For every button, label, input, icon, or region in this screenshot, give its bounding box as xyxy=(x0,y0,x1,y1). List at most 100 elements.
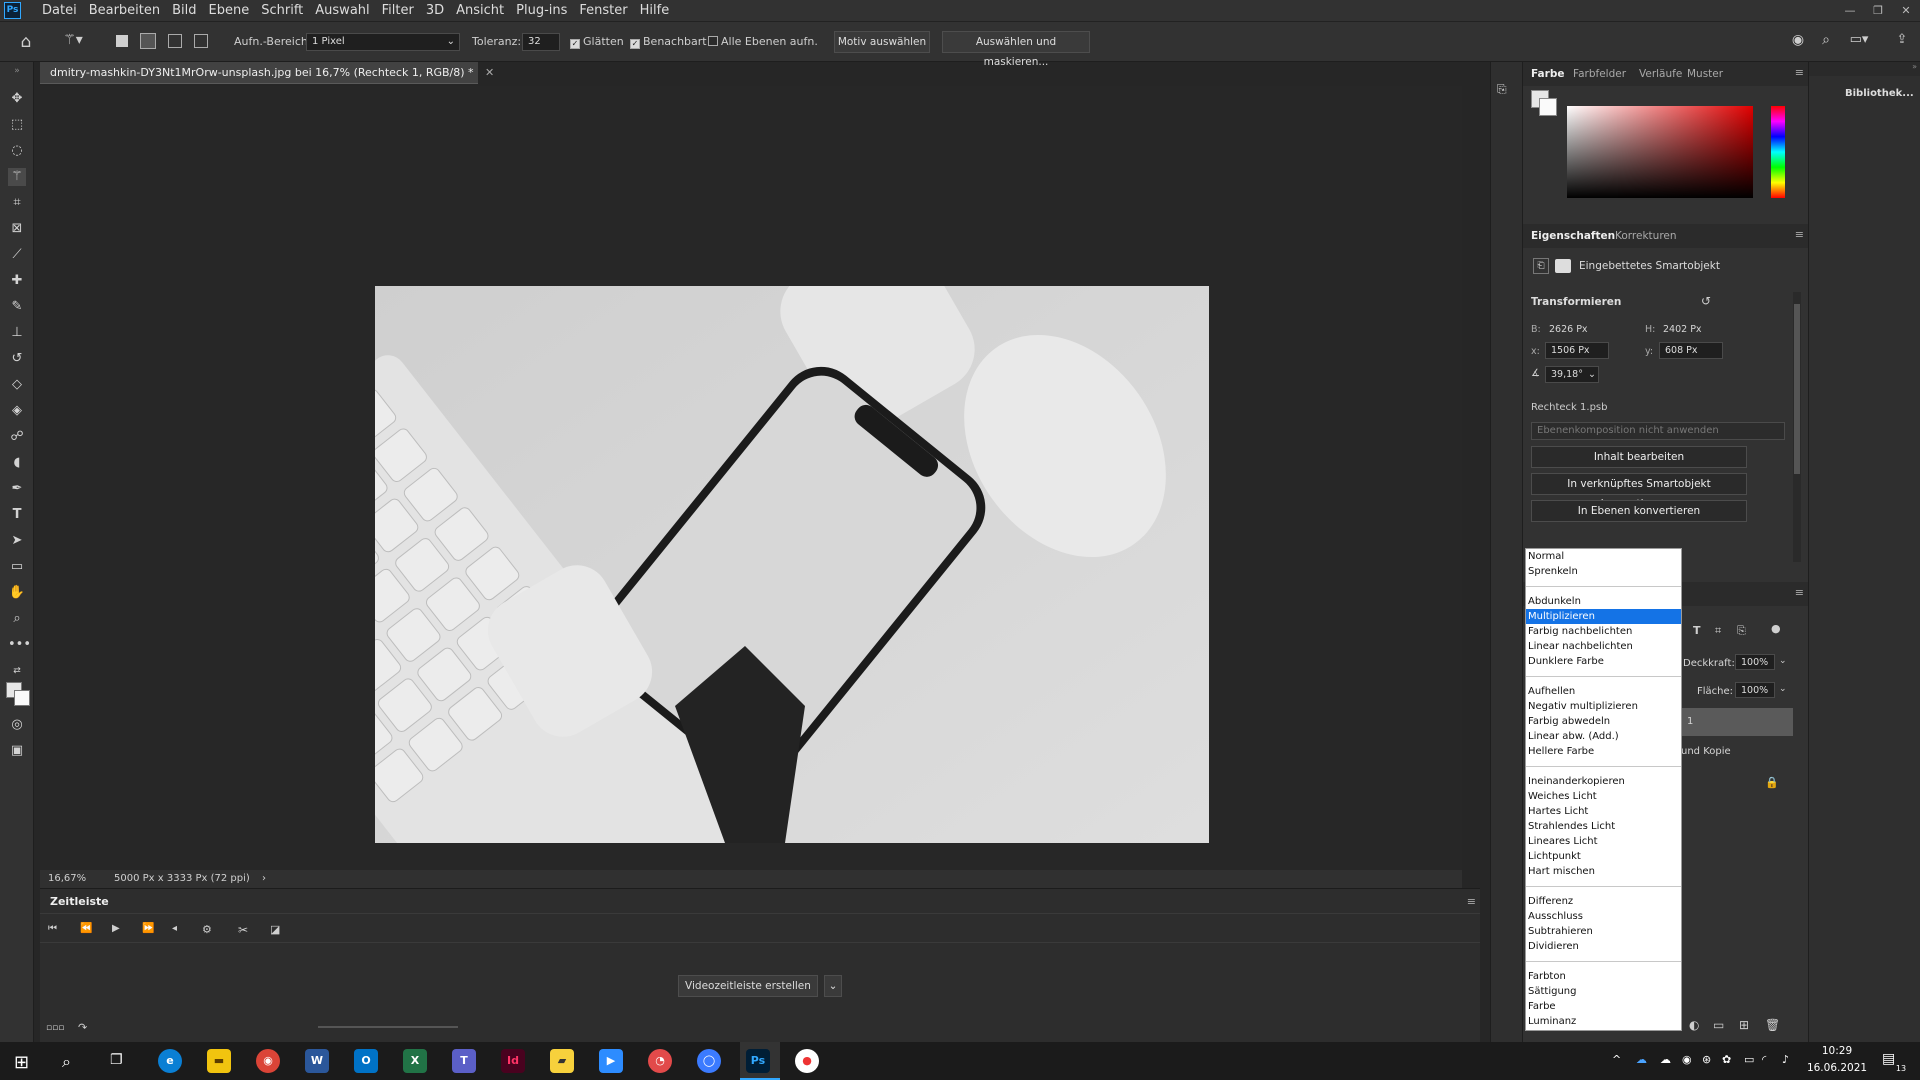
blend-mode-option[interactable]: Dividieren xyxy=(1526,939,1681,954)
smudge-tool-icon[interactable]: ☍ xyxy=(8,428,26,446)
frame-tool-icon[interactable]: ⊠ xyxy=(8,220,26,238)
opacity-input[interactable]: 100% xyxy=(1735,654,1775,670)
lasso-tool-icon[interactable]: ◌ xyxy=(8,142,26,160)
fill-input[interactable]: 100% xyxy=(1735,682,1775,698)
intersect-selection-icon[interactable] xyxy=(194,34,208,48)
clock-date[interactable]: 16.06.2021 xyxy=(1802,1062,1872,1074)
height-value[interactable]: 2402 Px xyxy=(1663,324,1702,335)
blend-mode-option[interactable]: Weiches Licht xyxy=(1526,789,1681,804)
audio-icon[interactable]: ◂ xyxy=(172,923,177,934)
layer-comp-select[interactable]: Ebenenkomposition nicht anwenden xyxy=(1531,422,1785,440)
blend-mode-option[interactable]: Hart mischen xyxy=(1526,864,1681,879)
tab-farbfelder[interactable]: Farbfelder xyxy=(1573,68,1626,80)
dodge-tool-icon[interactable]: ◖ xyxy=(8,454,26,472)
blend-mode-option[interactable]: Aufhellen xyxy=(1526,684,1681,699)
eraser-tool-icon[interactable]: ◇ xyxy=(8,376,26,394)
filter-smart-icon[interactable]: ⎘ xyxy=(1737,624,1746,638)
blend-mode-option[interactable]: Farbig abwedeln xyxy=(1526,714,1681,729)
word-icon[interactable]: W xyxy=(305,1049,329,1073)
play-icon[interactable]: ▶ xyxy=(112,923,120,934)
rectangle-tool-icon[interactable]: ▭ xyxy=(8,558,26,576)
magic-wand-preset-icon[interactable]: ⚚▾ xyxy=(60,32,86,52)
tab-farbe[interactable]: Farbe xyxy=(1531,68,1564,80)
cloud-icon[interactable]: ☁ xyxy=(1660,1053,1671,1066)
crop-tool-icon[interactable]: ⌗ xyxy=(8,194,26,212)
blend-mode-option[interactable]: Ausschluss xyxy=(1526,909,1681,924)
close-tab-icon[interactable]: ✕ xyxy=(485,66,494,79)
width-value[interactable]: 2626 Px xyxy=(1549,324,1588,335)
tolerance-input[interactable]: 32 xyxy=(522,33,560,51)
color-field[interactable] xyxy=(1567,106,1753,198)
home-icon[interactable]: ⌂ xyxy=(16,32,36,52)
indesign-icon[interactable]: Id xyxy=(501,1049,525,1073)
panel-menu-icon[interactable]: ≡ xyxy=(1467,895,1476,908)
previous-frame-icon[interactable]: ⏪ xyxy=(80,923,92,934)
blend-mode-option[interactable]: Strahlendes Licht xyxy=(1526,819,1681,834)
timeline-type-dropdown[interactable]: ⌄ xyxy=(824,975,842,997)
wifi-icon[interactable]: ◜ xyxy=(1762,1053,1766,1066)
properties-scrollbar[interactable] xyxy=(1793,292,1801,562)
x-position-input[interactable]: 1506 Px xyxy=(1545,342,1609,359)
blend-mode-dropdown[interactable]: Normal Sprenkeln Abdunkeln Multiplizieren Fa… xyxy=(1525,548,1682,1031)
hand-tool-icon[interactable]: ✋ xyxy=(8,584,26,602)
background-color-swatch[interactable] xyxy=(1539,98,1557,116)
filter-toggle-icon[interactable]: ● xyxy=(1771,622,1781,635)
chrome-icon[interactable]: ◉ xyxy=(256,1049,280,1073)
document-tab[interactable]: dmitry-mashkin-DY3Nt1MrOrw-unsplash.jpg … xyxy=(40,62,494,84)
blend-mode-option[interactable]: Hartes Licht xyxy=(1526,804,1681,819)
first-frame-icon[interactable]: ⏮ xyxy=(48,923,57,934)
blend-mode-option[interactable]: Farbig nachbelichten xyxy=(1526,624,1681,639)
battery-icon[interactable]: ▭ xyxy=(1744,1053,1754,1066)
menu-datei[interactable]: Datei xyxy=(36,0,83,22)
menu-ebene[interactable]: Ebene xyxy=(203,0,256,22)
volume-icon[interactable]: ♪ xyxy=(1782,1053,1789,1066)
all-layers-checkbox[interactable]: Alle Ebenen aufn. xyxy=(708,35,818,48)
menu-plug-ins[interactable]: Plug-ins xyxy=(510,0,573,22)
sticky-notes-icon[interactable]: ▰ xyxy=(550,1049,574,1073)
blend-mode-option[interactable]: Dunklere Farbe xyxy=(1526,654,1681,669)
filter-type-icon[interactable]: T xyxy=(1693,624,1701,637)
healing-brush-icon[interactable]: ✚ xyxy=(8,272,26,290)
brush-tool-icon[interactable]: ✎ xyxy=(8,298,26,316)
mask-icon[interactable] xyxy=(1555,259,1571,273)
settings-icon[interactable]: ⚙ xyxy=(202,923,212,936)
learn-icon[interactable]: ◉ xyxy=(1788,32,1808,48)
zoom-tool-icon[interactable]: ⌕ xyxy=(8,610,26,628)
canvas-area[interactable] xyxy=(40,86,1462,870)
tab-korrekturen[interactable]: Korrekturen xyxy=(1615,230,1677,242)
marquee-tool-icon[interactable]: ⬚ xyxy=(8,116,26,134)
blend-mode-option[interactable]: Linear nachbelichten xyxy=(1526,639,1681,654)
zoom-slider[interactable] xyxy=(318,1026,458,1028)
menu-fenster[interactable]: Fenster xyxy=(573,0,633,22)
chat-icon[interactable]: ◯ xyxy=(697,1049,721,1073)
more-tools-icon[interactable]: ••• xyxy=(8,636,31,654)
close-icon[interactable]: ✕ xyxy=(1892,0,1920,22)
blend-mode-option[interactable]: Hellere Farbe xyxy=(1526,744,1681,759)
tray-app-icon[interactable]: ◉ xyxy=(1682,1053,1692,1066)
collapse-icon[interactable]: » xyxy=(8,62,26,80)
contiguous-checkbox[interactable]: ✓ Benachbart xyxy=(630,35,707,49)
layer-row-selected[interactable]: 1 xyxy=(1673,708,1793,736)
filter-shape-icon[interactable]: ⌗ xyxy=(1715,624,1721,638)
angle-input[interactable]: 39,18° ⌄ xyxy=(1545,366,1599,383)
teams-icon[interactable]: T xyxy=(452,1049,476,1073)
tray-chevron-icon[interactable]: ^ xyxy=(1612,1053,1621,1066)
edge-icon[interactable]: e xyxy=(158,1049,182,1073)
paint-bucket-icon[interactable]: ◈ xyxy=(8,402,26,420)
workspace-icon[interactable]: ▭▾ xyxy=(1846,32,1872,47)
blend-mode-option[interactable]: Normal xyxy=(1526,549,1681,564)
zoom-level[interactable]: 16,67% xyxy=(48,870,86,888)
blend-mode-option[interactable]: Abdunkeln xyxy=(1526,594,1681,609)
blend-mode-option[interactable]: Negativ multiplizieren xyxy=(1526,699,1681,714)
outlook-icon[interactable]: O xyxy=(354,1049,378,1073)
menu-ansicht[interactable]: Ansicht xyxy=(450,0,510,22)
screen-mode-icon[interactable]: ▣ xyxy=(8,742,26,760)
blend-mode-option[interactable]: Farbe xyxy=(1526,999,1681,1014)
menu-bearbeiten[interactable]: Bearbeiten xyxy=(83,0,166,22)
tray-app-icon[interactable]: ⊛ xyxy=(1702,1053,1711,1066)
select-subject-button[interactable]: Motiv auswählen xyxy=(834,31,930,53)
path-selection-icon[interactable]: ➤ xyxy=(8,532,26,550)
clock-time[interactable]: 10:29 xyxy=(1802,1045,1872,1057)
new-selection-icon[interactable] xyxy=(116,35,128,47)
libraries-tab[interactable]: Bibliothek... xyxy=(1845,88,1914,99)
